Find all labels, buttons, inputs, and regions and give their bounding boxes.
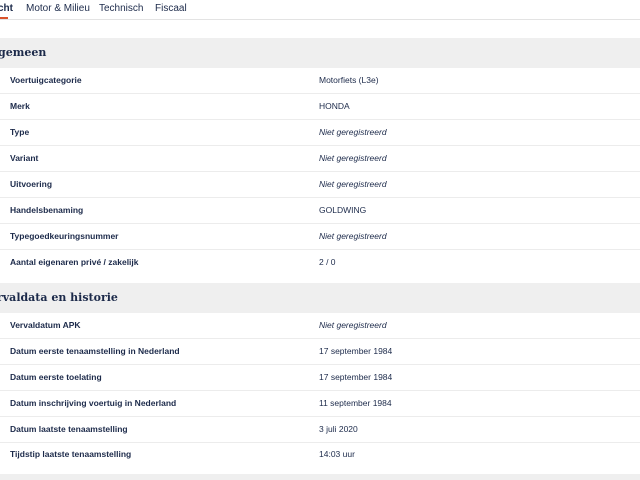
table-row: Handelsbenaming GOLDWING — [0, 198, 640, 224]
row-label: Datum eerste tenaamstelling in Nederland — [10, 346, 180, 356]
tab-divider — [0, 19, 640, 20]
row-label: Type — [10, 127, 30, 137]
section-header-vervaldata: rvaldata en historie — [0, 283, 640, 313]
section-title: rvaldata en historie — [0, 291, 118, 304]
table-row: Aantal eigenaren privé / zakelijk 2 / 0 — [0, 250, 640, 276]
table-row: Tijdstip laatste tenaamstelling 14:03 uu… — [0, 442, 640, 468]
tab-bar: cht Motor & Milieu Technisch Fiscaal — [0, 0, 640, 20]
row-value: 11 september 1984 — [319, 398, 392, 408]
row-value: GOLDWING — [319, 205, 367, 215]
row-value: Niet geregistreerd — [319, 179, 387, 189]
row-label: Merk — [10, 101, 30, 111]
row-value: 17 september 1984 — [319, 372, 393, 382]
row-label: Datum inschrijving voertuig in Nederland — [10, 398, 177, 408]
tab-fiscaal[interactable]: Fiscaal — [155, 3, 187, 14]
row-label: Variant — [10, 153, 39, 163]
row-value: Niet geregistreerd — [319, 320, 387, 330]
table-row: Uitvoering Niet geregistreerd — [0, 172, 640, 198]
row-label: Voertuigcategorie — [10, 75, 82, 85]
table-row: Variant Niet geregistreerd — [0, 146, 640, 172]
table-row: Datum laatste tenaamstelling 3 juli 2020 — [0, 417, 640, 443]
row-value: 14:03 uur — [319, 449, 355, 459]
tab-technisch[interactable]: Technisch — [99, 3, 143, 14]
row-value: 3 juli 2020 — [319, 424, 358, 434]
row-label: Vervaldatum APK — [10, 320, 81, 330]
row-value: Niet geregistreerd — [319, 127, 387, 137]
table-row: Datum eerste tenaamstelling in Nederland… — [0, 339, 640, 365]
row-label: Datum laatste tenaamstelling — [10, 424, 128, 434]
table-row: Datum inschrijving voertuig in Nederland… — [0, 391, 640, 417]
row-label: Typegoedkeuringsnummer — [10, 231, 119, 241]
section-header-algemeen: gemeen — [0, 38, 640, 68]
row-value: Niet geregistreerd — [319, 231, 387, 241]
row-value: 2 / 0 — [319, 257, 336, 267]
row-label: Uitvoering — [10, 179, 53, 189]
table-row: Voertuigcategorie Motorfiets (L3e) — [0, 68, 640, 94]
row-label: Aantal eigenaren privé / zakelijk — [10, 257, 139, 267]
row-label: Datum eerste toelating — [10, 372, 102, 382]
tab-overzicht[interactable]: cht — [0, 3, 13, 14]
table-row: Type Niet geregistreerd — [0, 120, 640, 146]
table-row: Datum eerste toelating 17 september 1984 — [0, 365, 640, 391]
section-title: gemeen — [0, 46, 47, 59]
next-section-header — [0, 474, 640, 480]
row-value: HONDA — [319, 101, 350, 111]
row-label: Tijdstip laatste tenaamstelling — [10, 449, 132, 459]
row-value: Niet geregistreerd — [319, 153, 387, 163]
row-value: Motorfiets (L3e) — [319, 75, 379, 85]
row-value: 17 september 1984 — [319, 346, 393, 356]
row-label: Handelsbenaming — [10, 205, 84, 215]
table-row: Typegoedkeuringsnummer Niet geregistreer… — [0, 224, 640, 250]
table-row: Vervaldatum APK Niet geregistreerd — [0, 313, 640, 339]
table-row: Merk HONDA — [0, 94, 640, 120]
tab-motor-milieu[interactable]: Motor & Milieu — [26, 3, 90, 14]
